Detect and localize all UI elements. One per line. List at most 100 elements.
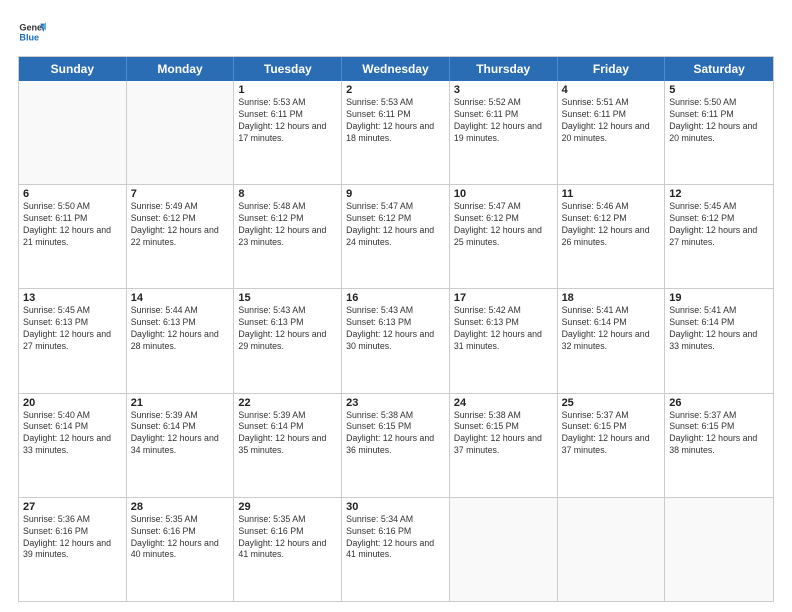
- calendar-day-3: 3Sunrise: 5:52 AM Sunset: 6:11 PM Daylig…: [450, 81, 558, 184]
- calendar-day-10: 10Sunrise: 5:47 AM Sunset: 6:12 PM Dayli…: [450, 185, 558, 288]
- calendar-day-19: 19Sunrise: 5:41 AM Sunset: 6:14 PM Dayli…: [665, 289, 773, 392]
- day-header-friday: Friday: [558, 57, 666, 81]
- day-number: 14: [131, 292, 230, 304]
- day-detail: Sunrise: 5:41 AM Sunset: 6:14 PM Dayligh…: [669, 305, 769, 353]
- day-number: 7: [131, 188, 230, 200]
- day-detail: Sunrise: 5:38 AM Sunset: 6:15 PM Dayligh…: [346, 410, 445, 458]
- calendar-day-29: 29Sunrise: 5:35 AM Sunset: 6:16 PM Dayli…: [234, 498, 342, 601]
- day-number: 20: [23, 397, 122, 409]
- day-detail: Sunrise: 5:47 AM Sunset: 6:12 PM Dayligh…: [346, 201, 445, 249]
- day-detail: Sunrise: 5:50 AM Sunset: 6:11 PM Dayligh…: [669, 97, 769, 145]
- calendar-header: SundayMondayTuesdayWednesdayThursdayFrid…: [19, 57, 773, 81]
- calendar-day-16: 16Sunrise: 5:43 AM Sunset: 6:13 PM Dayli…: [342, 289, 450, 392]
- day-number: 19: [669, 292, 769, 304]
- day-detail: Sunrise: 5:51 AM Sunset: 6:11 PM Dayligh…: [562, 97, 661, 145]
- calendar-week-5: 27Sunrise: 5:36 AM Sunset: 6:16 PM Dayli…: [19, 498, 773, 601]
- calendar-day-14: 14Sunrise: 5:44 AM Sunset: 6:13 PM Dayli…: [127, 289, 235, 392]
- day-number: 3: [454, 84, 553, 96]
- day-detail: Sunrise: 5:37 AM Sunset: 6:15 PM Dayligh…: [562, 410, 661, 458]
- logo: General Blue: [18, 18, 46, 46]
- day-detail: Sunrise: 5:45 AM Sunset: 6:13 PM Dayligh…: [23, 305, 122, 353]
- day-detail: Sunrise: 5:49 AM Sunset: 6:12 PM Dayligh…: [131, 201, 230, 249]
- day-detail: Sunrise: 5:35 AM Sunset: 6:16 PM Dayligh…: [238, 514, 337, 562]
- calendar-day-30: 30Sunrise: 5:34 AM Sunset: 6:16 PM Dayli…: [342, 498, 450, 601]
- empty-cell: [665, 498, 773, 601]
- calendar-day-18: 18Sunrise: 5:41 AM Sunset: 6:14 PM Dayli…: [558, 289, 666, 392]
- calendar-day-1: 1Sunrise: 5:53 AM Sunset: 6:11 PM Daylig…: [234, 81, 342, 184]
- calendar-body: 1Sunrise: 5:53 AM Sunset: 6:11 PM Daylig…: [19, 81, 773, 601]
- day-detail: Sunrise: 5:37 AM Sunset: 6:15 PM Dayligh…: [669, 410, 769, 458]
- day-number: 11: [562, 188, 661, 200]
- day-number: 4: [562, 84, 661, 96]
- calendar-day-5: 5Sunrise: 5:50 AM Sunset: 6:11 PM Daylig…: [665, 81, 773, 184]
- calendar-day-12: 12Sunrise: 5:45 AM Sunset: 6:12 PM Dayli…: [665, 185, 773, 288]
- day-number: 30: [346, 501, 445, 513]
- calendar-day-8: 8Sunrise: 5:48 AM Sunset: 6:12 PM Daylig…: [234, 185, 342, 288]
- day-detail: Sunrise: 5:34 AM Sunset: 6:16 PM Dayligh…: [346, 514, 445, 562]
- day-detail: Sunrise: 5:42 AM Sunset: 6:13 PM Dayligh…: [454, 305, 553, 353]
- calendar-day-2: 2Sunrise: 5:53 AM Sunset: 6:11 PM Daylig…: [342, 81, 450, 184]
- day-header-tuesday: Tuesday: [234, 57, 342, 81]
- day-detail: Sunrise: 5:46 AM Sunset: 6:12 PM Dayligh…: [562, 201, 661, 249]
- calendar-week-3: 13Sunrise: 5:45 AM Sunset: 6:13 PM Dayli…: [19, 289, 773, 393]
- calendar-day-13: 13Sunrise: 5:45 AM Sunset: 6:13 PM Dayli…: [19, 289, 127, 392]
- day-detail: Sunrise: 5:44 AM Sunset: 6:13 PM Dayligh…: [131, 305, 230, 353]
- day-header-wednesday: Wednesday: [342, 57, 450, 81]
- calendar-day-20: 20Sunrise: 5:40 AM Sunset: 6:14 PM Dayli…: [19, 394, 127, 497]
- calendar-day-4: 4Sunrise: 5:51 AM Sunset: 6:11 PM Daylig…: [558, 81, 666, 184]
- day-number: 10: [454, 188, 553, 200]
- day-number: 1: [238, 84, 337, 96]
- calendar-day-28: 28Sunrise: 5:35 AM Sunset: 6:16 PM Dayli…: [127, 498, 235, 601]
- calendar-day-21: 21Sunrise: 5:39 AM Sunset: 6:14 PM Dayli…: [127, 394, 235, 497]
- empty-cell: [127, 81, 235, 184]
- calendar-week-2: 6Sunrise: 5:50 AM Sunset: 6:11 PM Daylig…: [19, 185, 773, 289]
- page-header: General Blue: [18, 18, 774, 46]
- day-number: 26: [669, 397, 769, 409]
- day-number: 21: [131, 397, 230, 409]
- day-detail: Sunrise: 5:39 AM Sunset: 6:14 PM Dayligh…: [238, 410, 337, 458]
- day-number: 16: [346, 292, 445, 304]
- empty-cell: [558, 498, 666, 601]
- calendar-day-27: 27Sunrise: 5:36 AM Sunset: 6:16 PM Dayli…: [19, 498, 127, 601]
- day-number: 24: [454, 397, 553, 409]
- day-number: 9: [346, 188, 445, 200]
- day-detail: Sunrise: 5:41 AM Sunset: 6:14 PM Dayligh…: [562, 305, 661, 353]
- day-detail: Sunrise: 5:48 AM Sunset: 6:12 PM Dayligh…: [238, 201, 337, 249]
- day-detail: Sunrise: 5:36 AM Sunset: 6:16 PM Dayligh…: [23, 514, 122, 562]
- day-number: 17: [454, 292, 553, 304]
- calendar-day-26: 26Sunrise: 5:37 AM Sunset: 6:15 PM Dayli…: [665, 394, 773, 497]
- day-detail: Sunrise: 5:43 AM Sunset: 6:13 PM Dayligh…: [238, 305, 337, 353]
- calendar-week-4: 20Sunrise: 5:40 AM Sunset: 6:14 PM Dayli…: [19, 394, 773, 498]
- calendar-day-15: 15Sunrise: 5:43 AM Sunset: 6:13 PM Dayli…: [234, 289, 342, 392]
- day-number: 2: [346, 84, 445, 96]
- logo-icon: General Blue: [18, 18, 46, 46]
- day-number: 18: [562, 292, 661, 304]
- calendar-day-17: 17Sunrise: 5:42 AM Sunset: 6:13 PM Dayli…: [450, 289, 558, 392]
- day-detail: Sunrise: 5:40 AM Sunset: 6:14 PM Dayligh…: [23, 410, 122, 458]
- day-header-monday: Monday: [127, 57, 235, 81]
- day-detail: Sunrise: 5:47 AM Sunset: 6:12 PM Dayligh…: [454, 201, 553, 249]
- empty-cell: [19, 81, 127, 184]
- day-number: 27: [23, 501, 122, 513]
- calendar-day-7: 7Sunrise: 5:49 AM Sunset: 6:12 PM Daylig…: [127, 185, 235, 288]
- day-number: 28: [131, 501, 230, 513]
- day-number: 6: [23, 188, 122, 200]
- calendar-day-23: 23Sunrise: 5:38 AM Sunset: 6:15 PM Dayli…: [342, 394, 450, 497]
- day-header-sunday: Sunday: [19, 57, 127, 81]
- day-detail: Sunrise: 5:52 AM Sunset: 6:11 PM Dayligh…: [454, 97, 553, 145]
- calendar-day-9: 9Sunrise: 5:47 AM Sunset: 6:12 PM Daylig…: [342, 185, 450, 288]
- day-number: 12: [669, 188, 769, 200]
- empty-cell: [450, 498, 558, 601]
- day-detail: Sunrise: 5:38 AM Sunset: 6:15 PM Dayligh…: [454, 410, 553, 458]
- day-detail: Sunrise: 5:45 AM Sunset: 6:12 PM Dayligh…: [669, 201, 769, 249]
- day-number: 22: [238, 397, 337, 409]
- day-detail: Sunrise: 5:53 AM Sunset: 6:11 PM Dayligh…: [238, 97, 337, 145]
- calendar: SundayMondayTuesdayWednesdayThursdayFrid…: [18, 56, 774, 602]
- svg-text:Blue: Blue: [19, 32, 39, 42]
- day-number: 8: [238, 188, 337, 200]
- calendar-day-24: 24Sunrise: 5:38 AM Sunset: 6:15 PM Dayli…: [450, 394, 558, 497]
- day-number: 5: [669, 84, 769, 96]
- day-number: 13: [23, 292, 122, 304]
- calendar-day-11: 11Sunrise: 5:46 AM Sunset: 6:12 PM Dayli…: [558, 185, 666, 288]
- day-detail: Sunrise: 5:35 AM Sunset: 6:16 PM Dayligh…: [131, 514, 230, 562]
